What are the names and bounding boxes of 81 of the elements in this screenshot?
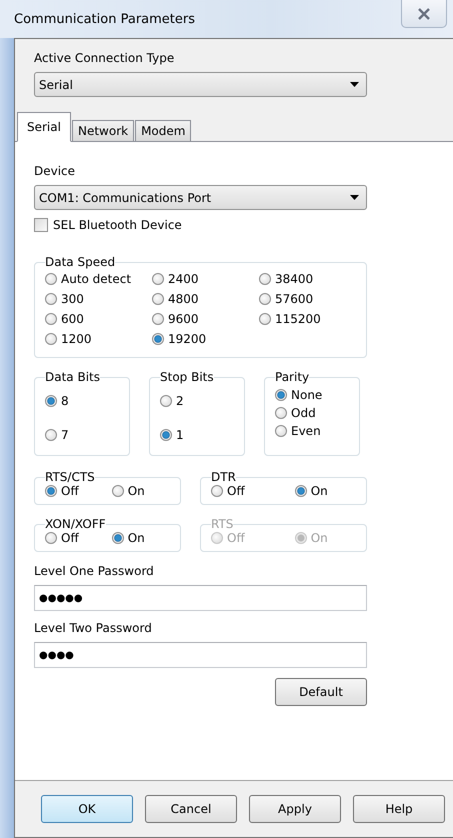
radio-button[interactable] xyxy=(152,293,164,305)
radio-label: 7 xyxy=(61,428,69,442)
radio-button[interactable] xyxy=(45,293,57,305)
tab[interactable]: Network xyxy=(72,120,134,142)
window-title: Communication Parameters xyxy=(14,12,196,27)
radio-label: Auto detect xyxy=(61,272,132,286)
radio-button[interactable] xyxy=(294,485,307,497)
radio-label: 9600 xyxy=(168,312,199,326)
radio-button[interactable] xyxy=(275,407,287,419)
radio-button[interactable] xyxy=(259,293,271,305)
radio-button[interactable] xyxy=(45,313,57,325)
radio-button[interactable] xyxy=(45,429,57,441)
radio-button[interactable] xyxy=(152,273,164,285)
close-icon xyxy=(417,8,431,20)
tab[interactable]: Serial xyxy=(17,112,71,142)
radio-label: Off xyxy=(61,484,79,498)
radio-label: Off xyxy=(61,531,79,545)
radio-button[interactable] xyxy=(211,485,223,497)
radio-label: 8 xyxy=(61,394,69,408)
group-title: Data Speed xyxy=(45,255,116,269)
radio-button[interactable] xyxy=(45,333,57,345)
radio-label: On xyxy=(128,531,145,545)
group-title: RTS xyxy=(211,517,234,531)
group-title: RTS/CTS xyxy=(45,470,95,484)
radio-label: 2400 xyxy=(168,272,199,286)
field-label: Active Connection Type xyxy=(34,51,176,65)
tab[interactable]: Modem xyxy=(135,120,192,142)
checkbox[interactable] xyxy=(34,218,48,232)
radio-button[interactable] xyxy=(45,532,57,544)
dialog-button[interactable]: Cancel xyxy=(145,795,237,823)
radio-button[interactable] xyxy=(152,313,164,325)
radio-label: 1200 xyxy=(61,332,92,346)
device-dropdown[interactable]: COM1: Communications Port xyxy=(34,185,367,210)
password-field[interactable]: ●●●●● xyxy=(34,585,367,611)
checkbox-label: SEL Bluetooth Device xyxy=(53,218,182,232)
radio-label: None xyxy=(291,388,322,402)
dialog-button[interactable]: Help xyxy=(353,795,445,823)
radio-label: Odd xyxy=(291,406,316,420)
radio-label: Off xyxy=(227,484,245,498)
radio-button[interactable] xyxy=(45,485,57,497)
dialog-button[interactable]: OK xyxy=(41,795,133,823)
group-title: Data Bits xyxy=(45,370,100,384)
radio-button[interactable] xyxy=(275,389,287,401)
radio-label: On xyxy=(310,531,328,545)
radio-button[interactable] xyxy=(152,333,164,345)
dropdown-arrow-icon xyxy=(350,195,359,200)
radio-button[interactable] xyxy=(45,395,57,407)
radio-label: 300 xyxy=(61,292,84,306)
group-title: Stop Bits xyxy=(160,370,214,384)
field-label: Level One Password xyxy=(34,564,155,578)
dropdown-arrow-icon xyxy=(350,82,359,87)
radio-label: 19200 xyxy=(168,332,206,346)
radio-label: 600 xyxy=(61,312,84,326)
radio-label: On xyxy=(310,484,328,498)
group-title: XON/XOFF xyxy=(45,517,106,531)
close-button[interactable] xyxy=(401,0,447,28)
radio-label: 38400 xyxy=(275,272,314,286)
radio-label: 2 xyxy=(176,394,184,408)
radio-label: 57600 xyxy=(275,292,314,306)
radio-label: 1 xyxy=(176,428,184,442)
radio-button[interactable] xyxy=(112,532,124,544)
field-label: Device xyxy=(34,164,76,178)
radio-label: Off xyxy=(227,531,245,545)
connection-type-dropdown[interactable]: Serial xyxy=(34,72,367,97)
radio-button[interactable] xyxy=(259,313,271,325)
radio-label: 115200 xyxy=(275,312,321,326)
radio-button[interactable] xyxy=(259,273,271,285)
radio-label: On xyxy=(128,484,145,498)
password-field[interactable]: ●●●● xyxy=(34,642,367,668)
dialog-button[interactable]: Apply xyxy=(249,795,341,823)
radio-button[interactable] xyxy=(160,429,172,441)
radio-label: Even xyxy=(291,424,321,438)
field-label: Level Two Password xyxy=(34,621,153,635)
radio-button[interactable] xyxy=(275,425,287,437)
group-title: Parity xyxy=(275,370,310,384)
radio-button[interactable] xyxy=(45,273,57,285)
default-button[interactable]: Default xyxy=(275,678,367,706)
radio-label: 4800 xyxy=(168,292,199,306)
radio-button[interactable] xyxy=(160,395,172,407)
group-title: DTR xyxy=(211,470,236,484)
radio-button[interactable] xyxy=(112,485,124,497)
